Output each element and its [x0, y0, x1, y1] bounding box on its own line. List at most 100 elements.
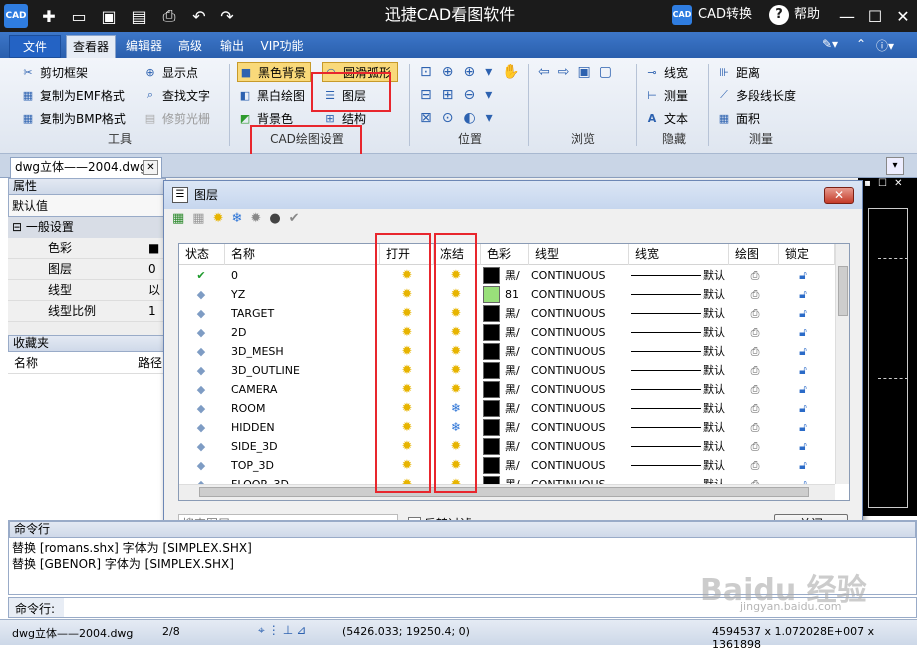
unlock-icon[interactable]: 🔓︎ — [793, 437, 813, 456]
scroll-thumb[interactable] — [838, 266, 848, 316]
unlock-icon[interactable]: 🔓︎ — [793, 418, 813, 437]
printer-icon[interactable]: ⎙ — [745, 456, 765, 475]
printer-icon[interactable]: ⎙ — [745, 361, 765, 380]
layer-row[interactable]: ◆ HIDDEN ✹ ❄ 黑/CONTINUOUS 默认 ⎙ 🔓︎ — [179, 418, 835, 437]
browse-nav-icons[interactable]: ⇦⇨▣▢ — [538, 64, 620, 80]
open-folder-icon[interactable]: ▭ — [68, 5, 90, 27]
dialog-close-icon[interactable]: ✕ — [824, 187, 854, 204]
property-row[interactable]: 图层 0 — [8, 259, 166, 280]
all-frozen-icon[interactable]: ❄ — [232, 211, 251, 226]
layer-status-icon[interactable]: ◆ — [183, 399, 219, 418]
layer-row[interactable]: ◆ YZ ✹ ✹ 81 CONTINUOUS 默认 ⎙ 🔓︎ — [179, 285, 835, 304]
cut-frame-button[interactable]: ✂ 剪切框架 — [20, 62, 88, 82]
lineweight-toggle-button[interactable]: ⊸ 线宽 — [644, 62, 688, 82]
layer-linetype[interactable]: CONTINUOUS — [531, 418, 627, 437]
unlock-icon[interactable]: 🔓︎ — [793, 456, 813, 475]
layer-linetype[interactable]: CONTINUOUS — [531, 361, 627, 380]
layer-color-swatch[interactable] — [483, 286, 500, 303]
unlock-icon[interactable]: 🔓︎ — [793, 380, 813, 399]
tab-list-dropdown-icon[interactable]: ▾ — [886, 157, 904, 175]
help-button[interactable]: 帮助 — [794, 0, 820, 32]
tab-viewer[interactable]: 查看器 — [66, 35, 116, 58]
style-dropdown-icon[interactable]: ✎▾ — [822, 37, 838, 51]
layer-lineweight[interactable]: 默认 — [703, 399, 729, 418]
tab-file[interactable]: 文件 — [9, 35, 61, 58]
tab-vip[interactable]: VIP功能 — [256, 35, 308, 58]
layer-linetype[interactable]: CONTINUOUS — [531, 285, 627, 304]
layer-row[interactable]: ◆ TARGET ✹ ✹ 黑/CONTINUOUS 默认 ⎙ 🔓︎ — [179, 304, 835, 323]
measure-toggle-button[interactable]: ⊢ 测量 — [644, 85, 688, 105]
printer-icon[interactable]: ⎙ — [745, 266, 765, 285]
layer-color-swatch[interactable] — [483, 457, 500, 474]
position-tools-row1[interactable]: ⊡⊕⊕▾✋ — [420, 64, 530, 80]
cad-convert-icon[interactable]: CAD — [672, 5, 692, 25]
unlock-icon[interactable]: 🔓︎ — [793, 304, 813, 323]
property-row[interactable]: 线型以块 — [8, 280, 166, 318]
layer-color-swatch[interactable] — [483, 305, 500, 322]
layer-linetype[interactable]: CONTINUOUS — [531, 323, 627, 342]
black-background-button[interactable]: ■ 黑色背景 — [237, 62, 312, 82]
save-as-icon[interactable]: ▤ — [128, 5, 150, 27]
unlock-icon[interactable]: 🔓︎ — [793, 266, 813, 285]
ribbon-collapse-icon[interactable]: ⌃ — [856, 37, 866, 51]
layer-linetype[interactable]: CONTINUOUS — [531, 456, 627, 475]
col-status[interactable]: 状态 — [179, 244, 225, 265]
cad-convert-button[interactable]: CAD转换 — [698, 0, 752, 32]
scroll-thumb[interactable] — [199, 487, 809, 497]
close-tab-icon[interactable]: ✕ — [143, 160, 158, 175]
printer-icon[interactable]: ⎙ — [745, 418, 765, 437]
col-color[interactable]: 色彩 — [481, 244, 529, 265]
layer-lineweight[interactable]: 默认 — [703, 380, 729, 399]
layer-color-swatch[interactable] — [483, 381, 500, 398]
layer-lineweight[interactable]: 默认 — [703, 266, 729, 285]
properties-filter-select[interactable]: 默认值 — [8, 195, 166, 217]
layer-row[interactable]: ◆ SIDE_3D ✹ ✹ 黑/CONTINUOUS 默认 ⎙ 🔓︎ — [179, 437, 835, 456]
layer-status-icon[interactable]: ◆ — [183, 456, 219, 475]
layer-lineweight[interactable]: 默认 — [703, 456, 729, 475]
drawing-canvas[interactable]: ▪ ☐ ✕ — [858, 178, 917, 516]
col-linetype[interactable]: 线型 — [529, 244, 629, 265]
tab-advanced[interactable]: 高级 — [172, 35, 208, 58]
undo-icon[interactable]: ↶ — [188, 5, 210, 27]
layer-row[interactable]: ◆ TOP_3D ✹ ✹ 黑/CONTINUOUS 默认 ⎙ 🔓︎ — [179, 456, 835, 475]
layer-color-swatch[interactable] — [483, 438, 500, 455]
position-tools-row3[interactable]: ⊠⊙◐▾ — [420, 110, 503, 126]
unlock-icon[interactable]: 🔓︎ — [793, 342, 813, 361]
snap-grid-ortho-icons[interactable]: ⌖⋮⊥⊿ — [258, 623, 309, 638]
layer-status-icon[interactable]: ◆ — [183, 304, 219, 323]
layer-color-swatch[interactable] — [483, 419, 500, 436]
trim-raster-button[interactable]: ▤ 修剪光栅 — [142, 108, 210, 128]
unlock-icon[interactable]: 🔓︎ — [793, 323, 813, 342]
layer-linetype[interactable]: CONTINUOUS — [531, 380, 627, 399]
layer-lineweight[interactable]: 默认 — [703, 342, 729, 361]
layer-row[interactable]: ◆ ROOM ✹ ❄ 黑/CONTINUOUS 默认 ⎙ 🔓︎ — [179, 399, 835, 418]
minimize-icon[interactable]: — — [836, 5, 858, 27]
copy-bmp-button[interactable]: ▦ 复制为BMP格式 — [20, 108, 126, 128]
layer-status-icon[interactable]: ✔ — [183, 266, 219, 285]
layer-linetype[interactable]: CONTINUOUS — [531, 304, 627, 323]
bw-drawing-button[interactable]: ◧ 黑白绘图 — [237, 85, 305, 105]
layer-row[interactable]: ◆ 3D_MESH ✹ ✹ 黑/CONTINUOUS 默认 ⎙ 🔓︎ — [179, 342, 835, 361]
save-icon[interactable]: ▣ — [98, 5, 120, 27]
printer-icon[interactable]: ⎙ — [745, 323, 765, 342]
col-lineweight[interactable]: 线宽 — [629, 244, 729, 265]
new-layer-icon[interactable]: ▦ — [172, 211, 192, 226]
maximize-icon[interactable]: ☐ — [864, 5, 886, 27]
document-tab[interactable]: dwg立体——2004.dwg ✕ — [10, 157, 162, 178]
layer-linetype[interactable]: CONTINUOUS — [531, 266, 627, 285]
delete-layer-icon[interactable]: ▦ — [192, 211, 212, 226]
layer-color-swatch[interactable] — [483, 324, 500, 341]
layer-status-icon[interactable]: ◆ — [183, 361, 219, 380]
layer-lineweight[interactable]: 默认 — [703, 418, 729, 437]
layer-row[interactable]: ◆ 2D ✹ ✹ 黑/CONTINUOUS 默认 ⎙ 🔓︎ — [179, 323, 835, 342]
help-icon[interactable]: ? — [769, 5, 789, 25]
layer-row[interactable]: ◆ 3D_OUTLINE ✹ ✹ 黑/CONTINUOUS 默认 ⎙ 🔓︎ — [179, 361, 835, 380]
property-row[interactable]: 线型比例 1 — [8, 301, 166, 322]
close-window-icon[interactable]: ✕ — [892, 5, 914, 27]
layer-color-swatch[interactable] — [483, 343, 500, 360]
show-points-button[interactable]: ⊕ 显示点 — [142, 62, 198, 82]
printer-icon[interactable]: ⎙ — [745, 437, 765, 456]
layer-status-icon[interactable]: ◆ — [183, 437, 219, 456]
layer-row[interactable]: ✔ 0 ✹ ✹ 黑/CONTINUOUS 默认 ⎙ 🔓︎ — [179, 266, 835, 285]
tab-output[interactable]: 输出 — [214, 35, 250, 58]
